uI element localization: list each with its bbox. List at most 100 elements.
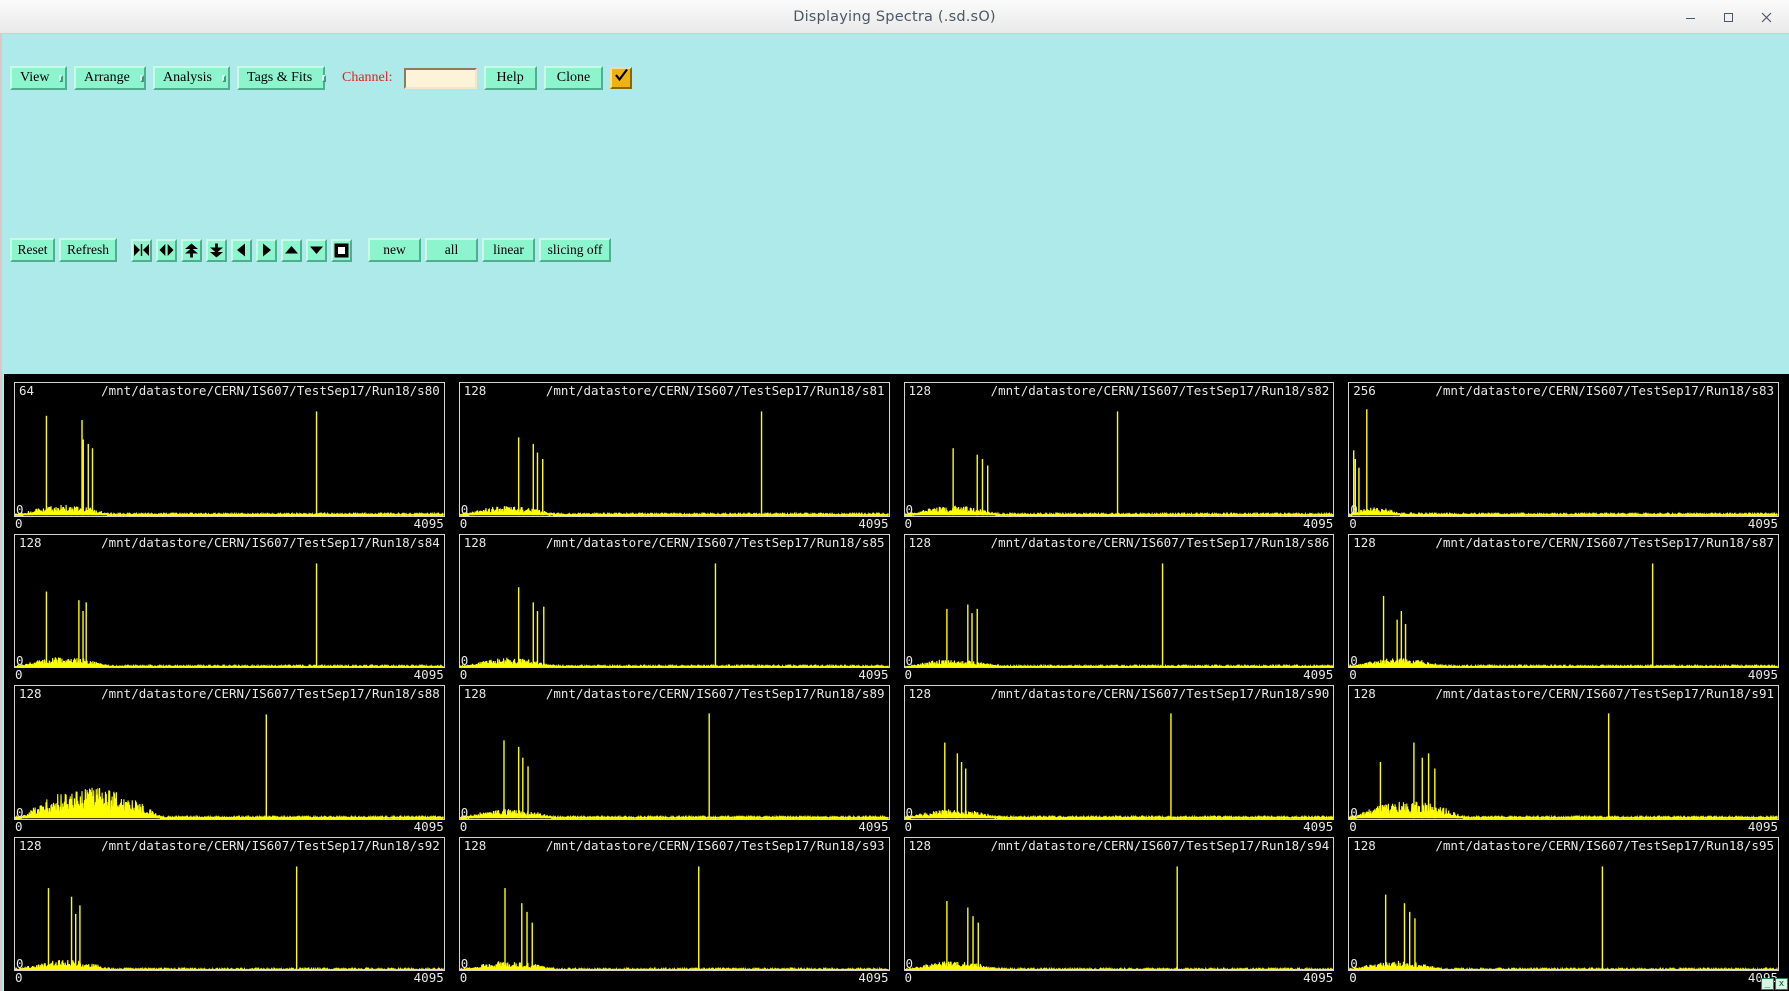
spectrum-path-label: /mnt/datastore/CERN/IS607/TestSep17/Run1… bbox=[546, 384, 885, 398]
menu-button-view[interactable]: View bbox=[10, 66, 67, 90]
menu-button-arrange[interactable]: Arrange bbox=[74, 66, 146, 90]
spectrum-panel[interactable]: 64/mnt/datastore/CERN/IS607/TestSep17/Ru… bbox=[14, 382, 445, 531]
spectrum-panel[interactable]: 128/mnt/datastore/CERN/IS607/TestSep17/R… bbox=[459, 382, 890, 531]
x-axis-max-label: 4095 bbox=[414, 971, 445, 985]
spectrum-path-label: /mnt/datastore/CERN/IS607/TestSep17/Run1… bbox=[1435, 687, 1774, 701]
spectrum-panel[interactable]: 128/mnt/datastore/CERN/IS607/TestSep17/R… bbox=[1348, 685, 1779, 834]
spectrum-plot-area[interactable]: 256/mnt/datastore/CERN/IS607/TestSep17/R… bbox=[1348, 382, 1779, 517]
x-axis-min-label: 0 bbox=[904, 820, 913, 834]
expand-horizontal-icon bbox=[159, 243, 174, 257]
linear-button[interactable]: linear bbox=[482, 238, 535, 262]
spectrum-x-axis: 04095 bbox=[1348, 971, 1779, 985]
menu-label-view: View bbox=[20, 71, 49, 85]
spectrum-panel[interactable]: 128/mnt/datastore/CERN/IS607/TestSep17/R… bbox=[1348, 534, 1779, 683]
spectrum-plot-area[interactable]: 128/mnt/datastore/CERN/IS607/TestSep17/R… bbox=[904, 534, 1335, 669]
spectrum-plot-area[interactable]: 128/mnt/datastore/CERN/IS607/TestSep17/R… bbox=[1348, 534, 1779, 669]
spectrum-trace bbox=[15, 383, 444, 516]
spectrum-panel[interactable]: 128/mnt/datastore/CERN/IS607/TestSep17/R… bbox=[904, 534, 1335, 683]
spectrum-plot-area[interactable]: 128/mnt/datastore/CERN/IS607/TestSep17/R… bbox=[14, 534, 445, 669]
spectrum-x-axis: 04095 bbox=[459, 820, 890, 834]
spectrum-trace bbox=[460, 535, 889, 668]
spectrum-panel[interactable]: 128/mnt/datastore/CERN/IS607/TestSep17/R… bbox=[14, 534, 445, 683]
spectrum-plot-area[interactable]: 128/mnt/datastore/CERN/IS607/TestSep17/R… bbox=[14, 837, 445, 972]
spectrum-panel[interactable]: 128/mnt/datastore/CERN/IS607/TestSep17/R… bbox=[1348, 837, 1779, 986]
slicing-toggle-button[interactable]: slicing off bbox=[539, 238, 611, 262]
stop-square-button[interactable] bbox=[331, 239, 352, 262]
spectrum-panel[interactable]: 128/mnt/datastore/CERN/IS607/TestSep17/R… bbox=[459, 837, 890, 986]
spectrum-path-label: /mnt/datastore/CERN/IS607/TestSep17/Run1… bbox=[991, 839, 1330, 853]
spectrum-panel[interactable]: 128/mnt/datastore/CERN/IS607/TestSep17/R… bbox=[459, 534, 890, 683]
arrow-up-button[interactable] bbox=[281, 239, 302, 262]
channel-input[interactable] bbox=[404, 68, 477, 89]
x-axis-max-label: 4095 bbox=[858, 517, 889, 531]
arrow-left-button[interactable] bbox=[231, 239, 252, 262]
double-up-button[interactable] bbox=[181, 239, 202, 262]
spectrum-trace bbox=[1349, 686, 1778, 819]
spectrum-x-axis: 04095 bbox=[14, 820, 445, 834]
spectrum-yscale-label: 128 bbox=[464, 384, 487, 398]
spectrum-path-label: /mnt/datastore/CERN/IS607/TestSep17/Run1… bbox=[101, 536, 440, 550]
arrow-down-button[interactable] bbox=[306, 239, 327, 262]
spectrum-plot-area[interactable]: 128/mnt/datastore/CERN/IS607/TestSep17/R… bbox=[1348, 685, 1779, 820]
mini-minimize-button[interactable]: _ bbox=[1761, 978, 1774, 990]
x-axis-min-label: 0 bbox=[1348, 820, 1357, 834]
maximize-button[interactable] bbox=[1709, 1, 1747, 33]
spectrum-panel[interactable]: 128/mnt/datastore/CERN/IS607/TestSep17/R… bbox=[904, 382, 1335, 531]
mini-close-button[interactable]: x bbox=[1775, 978, 1788, 990]
arrow-right-button[interactable] bbox=[256, 239, 277, 262]
spectrum-plot-area[interactable]: 64/mnt/datastore/CERN/IS607/TestSep17/Ru… bbox=[14, 382, 445, 517]
spectrum-plot-area[interactable]: 128/mnt/datastore/CERN/IS607/TestSep17/R… bbox=[904, 837, 1335, 972]
y-axis-zero-label: 0 bbox=[461, 806, 469, 819]
spectrum-plot-area[interactable]: 128/mnt/datastore/CERN/IS607/TestSep17/R… bbox=[14, 685, 445, 820]
arrow-left-icon bbox=[235, 243, 248, 257]
spectrum-path-label: /mnt/datastore/CERN/IS607/TestSep17/Run1… bbox=[101, 839, 440, 853]
spectrum-x-axis: 04095 bbox=[904, 517, 1335, 531]
x-axis-max-label: 4095 bbox=[1748, 820, 1779, 834]
spectrum-panel[interactable]: 256/mnt/datastore/CERN/IS607/TestSep17/R… bbox=[1348, 382, 1779, 531]
spectrum-plot-area[interactable]: 128/mnt/datastore/CERN/IS607/TestSep17/R… bbox=[459, 837, 890, 972]
spectrum-plot-area[interactable]: 128/mnt/datastore/CERN/IS607/TestSep17/R… bbox=[1348, 837, 1779, 972]
all-button[interactable]: all bbox=[425, 238, 478, 262]
double-down-button[interactable] bbox=[206, 239, 227, 262]
x-axis-min-label: 0 bbox=[904, 668, 913, 682]
spectrum-panel[interactable]: 128/mnt/datastore/CERN/IS607/TestSep17/R… bbox=[904, 685, 1335, 834]
spectrum-trace bbox=[1349, 838, 1778, 971]
spectrum-plot-area[interactable]: 128/mnt/datastore/CERN/IS607/TestSep17/R… bbox=[459, 534, 890, 669]
check-icon bbox=[614, 68, 629, 88]
collapse-horizontal-button[interactable] bbox=[131, 239, 152, 262]
spectrum-plot-area[interactable]: 128/mnt/datastore/CERN/IS607/TestSep17/R… bbox=[459, 685, 890, 820]
x-axis-min-label: 0 bbox=[459, 517, 468, 531]
menu-indicator-icon bbox=[222, 75, 226, 82]
x-axis-min-label: 0 bbox=[14, 820, 23, 834]
new-button[interactable]: new bbox=[368, 238, 421, 262]
channel-label: Channel: bbox=[342, 70, 393, 86]
minimize-button[interactable] bbox=[1671, 1, 1709, 33]
spectrum-path-label: /mnt/datastore/CERN/IS607/TestSep17/Run1… bbox=[546, 687, 885, 701]
reset-button[interactable]: Reset bbox=[10, 238, 55, 262]
spectrum-panel[interactable]: 128/mnt/datastore/CERN/IS607/TestSep17/R… bbox=[459, 685, 890, 834]
spectrum-panel[interactable]: 128/mnt/datastore/CERN/IS607/TestSep17/R… bbox=[14, 685, 445, 834]
spectrum-plot-area[interactable]: 128/mnt/datastore/CERN/IS607/TestSep17/R… bbox=[459, 382, 890, 517]
close-button[interactable] bbox=[1747, 1, 1785, 33]
spectrum-panel[interactable]: 128/mnt/datastore/CERN/IS607/TestSep17/R… bbox=[14, 837, 445, 986]
menu-indicator-icon bbox=[140, 75, 144, 82]
menu-button-analysis[interactable]: Analysis bbox=[153, 66, 230, 90]
spectrum-path-label: /mnt/datastore/CERN/IS607/TestSep17/Run1… bbox=[1435, 536, 1774, 550]
x-axis-min-label: 0 bbox=[14, 668, 23, 682]
spectrum-yscale-label: 128 bbox=[464, 687, 487, 701]
check-toggle-button[interactable] bbox=[610, 67, 632, 89]
expand-horizontal-button[interactable] bbox=[156, 239, 177, 262]
spectrum-plot-area[interactable]: 128/mnt/datastore/CERN/IS607/TestSep17/R… bbox=[904, 382, 1335, 517]
clone-button[interactable]: Clone bbox=[544, 66, 603, 90]
reset-label: Reset bbox=[18, 242, 48, 258]
y-axis-zero-label: 0 bbox=[16, 503, 24, 516]
spectrum-yscale-label: 128 bbox=[909, 839, 932, 853]
spectrum-panel[interactable]: 128/mnt/datastore/CERN/IS607/TestSep17/R… bbox=[904, 837, 1335, 986]
menu-button-tags-and-fits[interactable]: Tags & Fits bbox=[237, 66, 325, 90]
spectrum-plot-area[interactable]: 128/mnt/datastore/CERN/IS607/TestSep17/R… bbox=[904, 685, 1335, 820]
y-axis-zero-label: 0 bbox=[16, 957, 24, 970]
new-label: new bbox=[383, 242, 406, 258]
refresh-button[interactable]: Refresh bbox=[59, 238, 117, 262]
help-button[interactable]: Help bbox=[484, 66, 537, 90]
y-axis-zero-label: 0 bbox=[1350, 806, 1358, 819]
